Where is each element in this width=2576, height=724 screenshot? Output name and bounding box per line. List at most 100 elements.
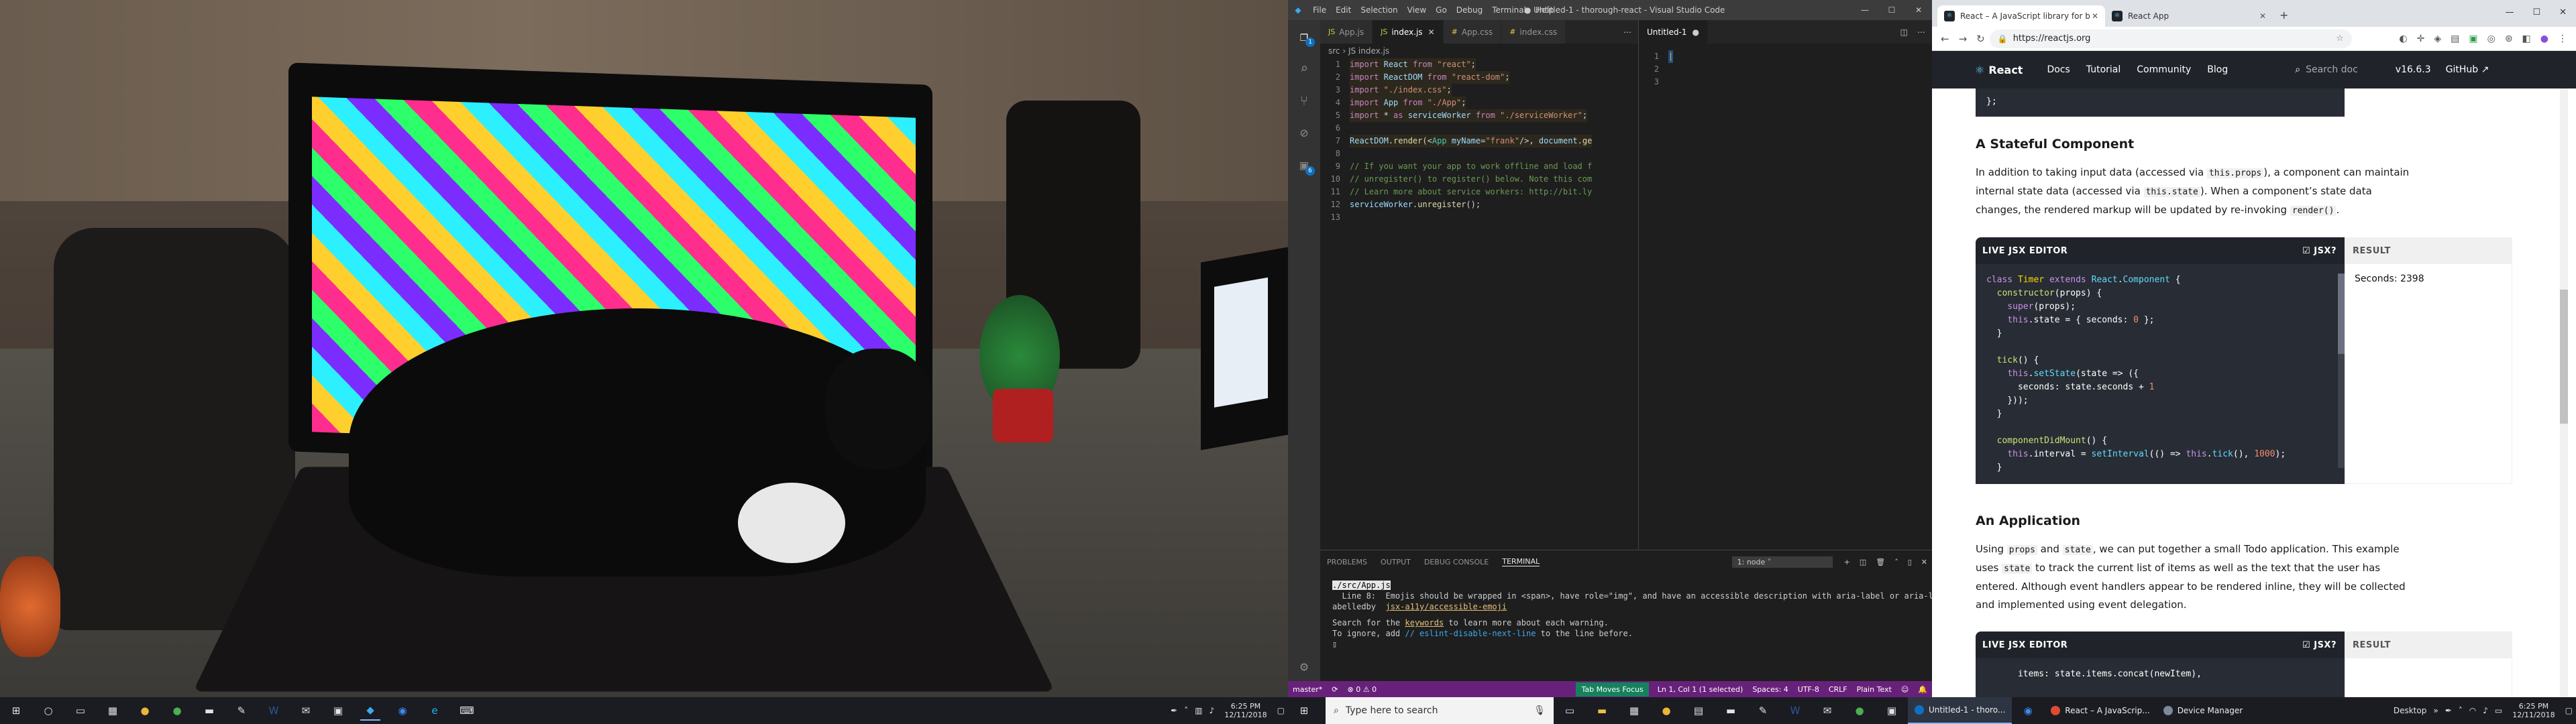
tab-untitled[interactable]: Untitled-1 ● <box>1639 20 1708 44</box>
tab-debug-console[interactable]: DEBUG CONSOLE <box>1424 558 1489 566</box>
more-tabs-icon[interactable]: ⋯ <box>1617 20 1638 44</box>
chrome-tab-react-docs[interactable]: ⚛ React – A JavaScript library for b ✕ <box>1937 5 2105 27</box>
taskbar-app-vscode[interactable]: Untitled-1 - thoro... <box>1908 697 2012 724</box>
page-scroll-thumb[interactable] <box>2560 290 2568 424</box>
menu-item-terminal[interactable]: Terminal <box>1492 5 1526 15</box>
word-icon[interactable]: W <box>264 701 284 721</box>
maximize-panel-icon[interactable]: ˄ <box>1894 558 1898 566</box>
encoding[interactable]: UTF-8 <box>1798 685 1819 694</box>
editor-scrollbar[interactable] <box>2338 274 2345 468</box>
new-tab-icon[interactable]: + <box>2279 9 2288 21</box>
vscode-taskbar-icon[interactable]: ◆ <box>360 701 380 721</box>
source-control-icon[interactable]: ⑂ <box>1288 84 1320 117</box>
tab-close-icon[interactable]: ✕ <box>1428 27 1435 37</box>
line-ending[interactable]: CRLF <box>1829 685 1847 694</box>
volume-icon[interactable]: ♪ <box>2483 706 2488 715</box>
minimize-icon[interactable]: — <box>1851 5 1878 15</box>
nav-docs[interactable]: Docs <box>2047 64 2070 75</box>
status-sync-icon[interactable]: ⟳ <box>1332 685 1338 694</box>
terminal-link-keywords[interactable]: keywords <box>1405 618 1444 627</box>
extension-icon-2[interactable]: ✛ <box>2417 34 2425 44</box>
tab-terminal[interactable]: TERMINAL <box>1502 557 1540 566</box>
maximize-icon[interactable]: ☐ <box>1878 5 1905 15</box>
menu-item-debug[interactable]: Debug <box>1456 5 1483 15</box>
clock-right[interactable]: 6:25 PM 12/11/2018 <box>2512 702 2555 719</box>
tab-problems[interactable]: PROBLEMS <box>1327 558 1367 566</box>
settings-gear-icon[interactable]: ⚙ <box>1288 658 1320 674</box>
tab-app-css[interactable]: # App.css <box>1443 20 1502 44</box>
chrome-alt-icon[interactable]: ● <box>167 701 187 721</box>
taskbar-search[interactable]: ⌕ Type here to search 🎙 <box>1326 697 1554 724</box>
explorer-icon[interactable]: ❐ 1 <box>1288 20 1320 52</box>
language-mode[interactable]: Plain Text <box>1857 685 1892 694</box>
docs-search[interactable]: ⌕ Search doc <box>2295 64 2358 75</box>
menu-item-edit[interactable]: Edit <box>1336 5 1351 15</box>
extension-icon-7[interactable]: ⊛ <box>2505 34 2513 44</box>
pen-icon[interactable]: ✒ <box>2445 706 2452 715</box>
nav-tutorial[interactable]: Tutorial <box>2086 64 2121 75</box>
wifi-icon[interactable]: ◠ <box>2469 706 2476 715</box>
maximize-icon[interactable]: ☐ <box>2532 7 2540 17</box>
chrome-menu-icon[interactable]: ⋮ <box>2558 34 2567 44</box>
close-icon[interactable]: ✕ <box>2559 7 2567 17</box>
back-icon[interactable]: ← <box>1941 33 1949 45</box>
start-icon[interactable]: ⊞ <box>1294 701 1314 721</box>
task-view-icon[interactable]: ▭ <box>1560 701 1580 721</box>
chevron-double-icon[interactable]: » <box>2433 706 2438 715</box>
jsx-toggle-2[interactable]: ☑ JSX? <box>2302 640 2337 650</box>
breadcrumb[interactable]: src › JS index.js <box>1320 44 1638 58</box>
live-code-editor-2[interactable]: items: state.items.concat(newItem), <box>1976 658 2345 697</box>
tab-index-js[interactable]: JS index.js ✕ <box>1373 20 1444 44</box>
page-scrollbar[interactable] <box>2560 88 2568 697</box>
notifications-icon[interactable]: ▢ <box>1277 706 1285 715</box>
chrome-alt-icon[interactable]: ● <box>1849 701 1870 721</box>
live-code-editor[interactable]: class Timer extends React.Component { co… <box>1976 264 2345 484</box>
menu-item-file[interactable]: File <box>1313 5 1326 15</box>
github-link[interactable]: GitHub ↗ <box>2446 64 2489 75</box>
taskbar-app-device-manager[interactable]: Device Manager <box>2157 697 2249 724</box>
bell-icon[interactable]: 🔔 <box>1918 685 1927 694</box>
version-link[interactable]: v16.6.3 <box>2396 64 2431 75</box>
extension-icon-6[interactable]: ◎ <box>2487 34 2496 44</box>
indentation[interactable]: Spaces: 4 <box>1752 685 1788 694</box>
terminal-icon[interactable]: ▬ <box>1721 701 1741 721</box>
nav-community[interactable]: Community <box>2137 64 2191 75</box>
unsaved-dot-icon[interactable]: ● <box>1692 27 1699 37</box>
terminal-output[interactable]: ./src/App.js Line 8: Emojis should be wr… <box>1320 573 1933 656</box>
tab-close-icon[interactable]: ✕ <box>2259 11 2266 21</box>
monitor-icon[interactable]: ▣ <box>1882 701 1902 721</box>
extension-icon-3[interactable]: ◈ <box>2434 34 2441 44</box>
code-editor[interactable]: 1 import React from "react"; 2 import React… <box>1320 58 1638 224</box>
firefox-icon[interactable]: ◉ <box>2018 701 2038 721</box>
mail-icon[interactable]: ✉ <box>296 701 316 721</box>
clock-left[interactable]: 6:25 PM 12/11/2018 <box>1224 702 1267 719</box>
word-icon[interactable]: W <box>1785 701 1805 721</box>
chevron-up-icon[interactable]: ˄ <box>2459 706 2463 715</box>
cursor-position[interactable]: Ln 1, Col 1 (1 selected) <box>1658 685 1743 694</box>
nav-blog[interactable]: Blog <box>2207 64 2228 75</box>
split-editor-icon[interactable]: ◫ <box>1900 27 1908 37</box>
debug-icon[interactable]: ⊘ <box>1288 117 1320 149</box>
add-terminal-icon[interactable]: + <box>1844 558 1850 566</box>
terminal-select[interactable]: 1: node ˅ <box>1731 556 1833 568</box>
close-icon[interactable]: ✕ <box>1905 5 1932 15</box>
start-icon[interactable]: ⊞ <box>6 701 26 721</box>
monitor-icon[interactable]: ▣ <box>328 701 348 721</box>
close-panel-icon[interactable]: ✕ <box>1921 558 1927 566</box>
store-icon[interactable]: ▤ <box>1688 701 1709 721</box>
trash-icon[interactable]: 🗑 <box>1876 558 1885 566</box>
smiley-icon[interactable]: ☺ <box>1901 685 1909 694</box>
extensions-icon[interactable]: ▣ 6 <box>1288 149 1320 181</box>
status-problems[interactable]: ⊗ 0 ⚠ 0 <box>1348 685 1377 694</box>
menu-item-selection[interactable]: Selection <box>1360 5 1397 15</box>
extension-icon-4[interactable]: ▤ <box>2451 34 2459 44</box>
battery-icon[interactable]: ▭ <box>2495 706 2502 715</box>
notifications-icon[interactable]: ▢ <box>2565 706 2573 715</box>
folder-icon[interactable]: ▬ <box>1592 701 1612 721</box>
react-logo[interactable]: ⚛ React <box>1975 64 2023 76</box>
minimize-icon[interactable]: — <box>2505 7 2514 17</box>
edge-icon[interactable]: e <box>425 701 445 721</box>
tool-icon[interactable]: ✎ <box>1753 701 1773 721</box>
tab-app-js[interactable]: JS App.js <box>1320 20 1373 44</box>
split-terminal-icon[interactable]: ◫ <box>1860 558 1866 566</box>
